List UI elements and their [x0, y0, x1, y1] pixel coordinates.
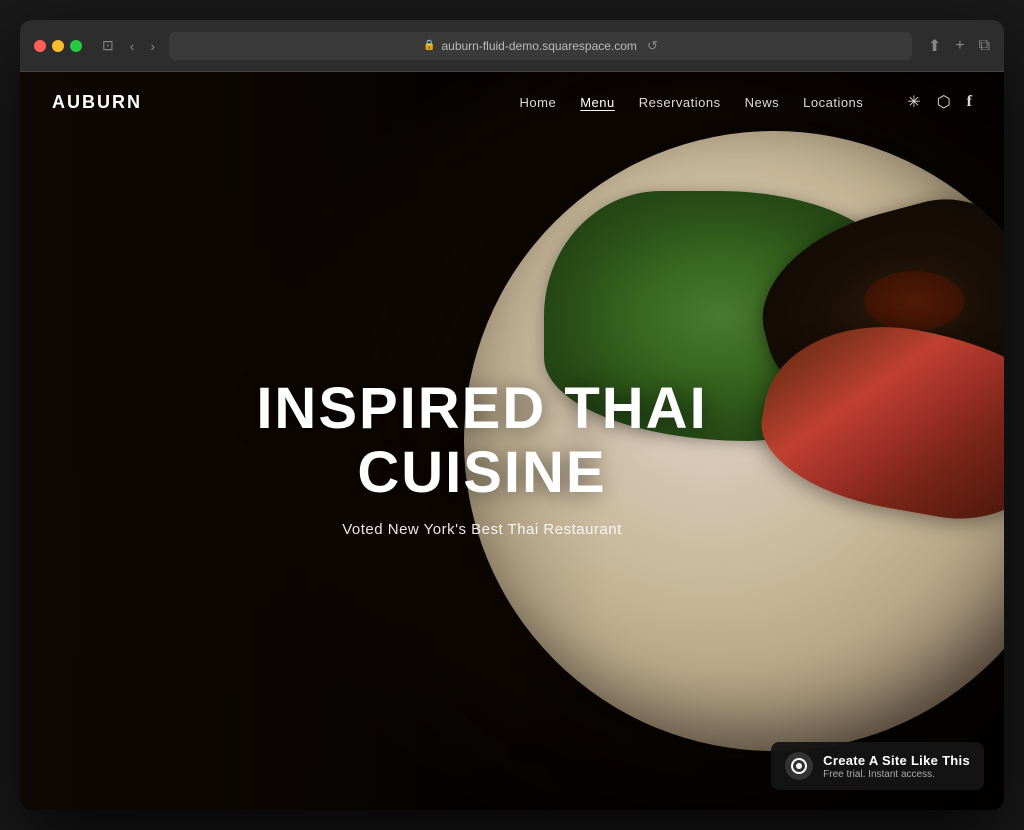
squarespace-badge-text: Create A Site Like This Free trial. Inst… [823, 753, 970, 780]
squarespace-logo [785, 752, 813, 780]
nav-reservations[interactable]: Reservations [639, 95, 721, 110]
hero-content: INSPIRED THAI CUISINE Voted New York's B… [20, 377, 1004, 538]
squarespace-logo-inner [791, 758, 807, 774]
squarespace-logo-dot [796, 763, 802, 769]
nav-links: Home Menu Reservations News Locations ✳ … [520, 92, 972, 112]
tabs-icon[interactable]: ⧉ [979, 37, 990, 55]
hero-title-line1: INSPIRED THAI [256, 376, 707, 441]
browser-actions: ⬆ + ⧉ [928, 36, 990, 56]
hero-title: INSPIRED THAI CUISINE [20, 377, 964, 505]
lock-icon: 🔒 [423, 40, 435, 51]
forward-button[interactable]: › [146, 36, 159, 56]
browser-window: ⊡ ‹ › 🔒 auburn-fluid-demo.squarespace.co… [20, 20, 1004, 810]
hero-subtitle: Voted New York's Best Thai Restaurant [20, 520, 964, 537]
squarespace-badge-subtitle: Free trial. Instant access. [823, 769, 970, 780]
nav-social: ✳ ⬡ f [907, 92, 972, 112]
nav-home[interactable]: Home [520, 95, 557, 110]
hero-title-line2: CUISINE [357, 440, 606, 505]
maximize-button[interactable] [70, 40, 82, 52]
facebook-icon[interactable]: f [967, 93, 972, 111]
new-tab-icon[interactable]: + [955, 37, 964, 55]
site-logo[interactable]: AUBURN [52, 92, 142, 113]
close-button[interactable] [34, 40, 46, 52]
reload-icon[interactable]: ↺ [647, 38, 658, 54]
yelp-icon[interactable]: ✳ [907, 92, 920, 112]
nav-locations[interactable]: Locations [803, 95, 863, 110]
share-icon[interactable]: ⬆ [928, 36, 941, 56]
browser-controls: ⊡ ‹ › [98, 35, 159, 56]
nav-menu[interactable]: Menu [580, 95, 615, 110]
navigation: AUBURN Home Menu Reservations News Locat… [20, 72, 1004, 132]
traffic-lights [34, 40, 82, 52]
instagram-icon[interactable]: ⬡ [937, 92, 951, 112]
website-content: AUBURN Home Menu Reservations News Locat… [20, 72, 1004, 810]
nav-news[interactable]: News [745, 95, 780, 110]
back-button[interactable]: ‹ [126, 36, 139, 56]
squarespace-badge-title: Create A Site Like This [823, 753, 970, 768]
browser-chrome: ⊡ ‹ › 🔒 auburn-fluid-demo.squarespace.co… [20, 20, 1004, 72]
minimize-button[interactable] [52, 40, 64, 52]
window-icon[interactable]: ⊡ [98, 35, 118, 56]
address-bar[interactable]: 🔒 auburn-fluid-demo.squarespace.com ↺ [169, 32, 912, 60]
url-text: auburn-fluid-demo.squarespace.com [441, 39, 636, 53]
squarespace-badge[interactable]: Create A Site Like This Free trial. Inst… [771, 742, 984, 790]
